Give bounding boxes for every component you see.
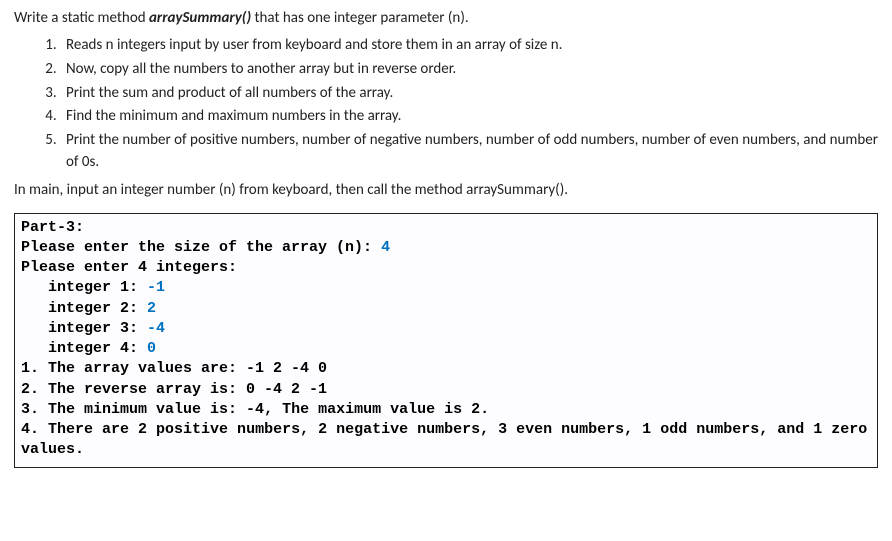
console-input-label: integer 3:: [21, 320, 147, 337]
console-out4-neg: 2: [318, 421, 327, 438]
console-enter-ints-post: integers:: [147, 259, 237, 276]
console-input-line: integer 3: -4: [21, 319, 871, 339]
task-item: Print the sum and product of all numbers…: [60, 83, 878, 105]
task-item: Find the minimum and maximum numbers in …: [60, 106, 878, 128]
console-out4-d: even numbers,: [507, 421, 642, 438]
task-item: Now, copy all the numbers to another arr…: [60, 59, 878, 81]
console-out4-odd: 1: [642, 421, 651, 438]
console-size-value: 4: [381, 239, 390, 256]
console-enter-ints-line: Please enter 4 integers:: [21, 258, 871, 278]
console-part-label: Part-3:: [21, 218, 871, 238]
post-paragraph: In main, input an integer number (n) fro…: [14, 180, 878, 201]
console-out3-min: -4: [246, 401, 264, 418]
task-list: Reads n integers input by user from keyb…: [14, 35, 878, 174]
console-out4-b: positive numbers,: [147, 421, 318, 438]
console-input-value: 0: [147, 340, 156, 357]
console-out4-even: 3: [498, 421, 507, 438]
console-input-label: integer 2:: [21, 300, 147, 317]
console-input-label: integer 1:: [21, 279, 147, 296]
console-input-line: integer 4: 0: [21, 339, 871, 359]
console-out3-max: 2: [471, 401, 480, 418]
console-enter-ints-n: 4: [138, 259, 147, 276]
console-out2-label: 2. The reverse array is:: [21, 381, 246, 398]
console-input-value: -4: [147, 320, 165, 337]
console-out1-values: -1 2 -4 0: [246, 360, 327, 377]
console-output-line-2: 2. The reverse array is: 0 -4 2 -1: [21, 380, 871, 400]
console-input-value: -1: [147, 279, 165, 296]
console-out4-a: 4. There are: [21, 421, 138, 438]
console-size-prompt: Please enter the size of the array (n):: [21, 239, 381, 256]
console-out2-values: 0 -4 2 -1: [246, 381, 327, 398]
console-input-line: integer 2: 2: [21, 299, 871, 319]
intro-text-post: that has one integer parameter (n).: [251, 9, 469, 27]
console-out3-b: , The maximum value is: [264, 401, 471, 418]
method-name: arraySummary(): [149, 9, 251, 27]
console-enter-ints-pre: Please enter: [21, 259, 138, 276]
console-out4-e: odd numbers, and: [651, 421, 813, 438]
console-out3-c: .: [480, 401, 489, 418]
console-output-line-3: 3. The minimum value is: -4, The maximum…: [21, 400, 871, 420]
console-out3-a: 3. The minimum value is:: [21, 401, 246, 418]
console-output-line-1: 1. The array values are: -1 2 -4 0: [21, 359, 871, 379]
intro-text-pre: Write a static method: [14, 9, 149, 27]
console-out1-label: 1. The array values are:: [21, 360, 246, 377]
task-item: Reads n integers input by user from keyb…: [60, 35, 878, 57]
console-input-value: 2: [147, 300, 156, 317]
console-input-line: integer 1: -1: [21, 278, 871, 298]
console-out4-zero: 1: [813, 421, 822, 438]
intro-paragraph: Write a static method arraySummary() tha…: [14, 8, 878, 29]
task-item: Print the number of positive numbers, nu…: [60, 130, 878, 174]
console-out4-c: negative numbers,: [327, 421, 498, 438]
console-output: Part-3: Please enter the size of the arr…: [14, 213, 878, 468]
console-output-line-4: 4. There are 2 positive numbers, 2 negat…: [21, 420, 871, 461]
console-out4-pos: 2: [138, 421, 147, 438]
console-size-line: Please enter the size of the array (n): …: [21, 238, 871, 258]
console-input-label: integer 4:: [21, 340, 147, 357]
